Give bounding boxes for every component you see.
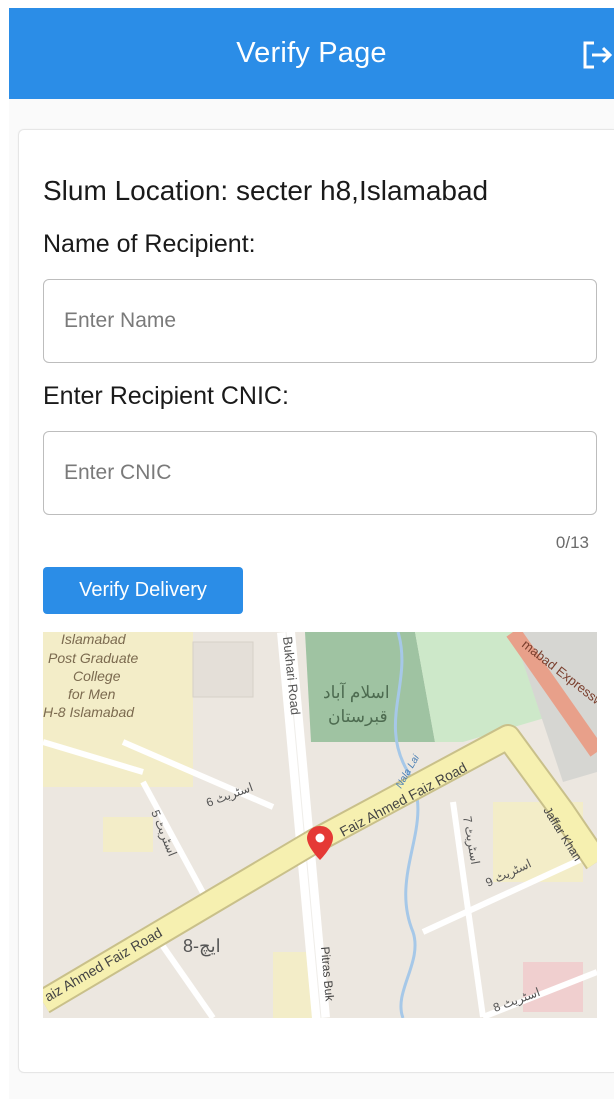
map-view[interactable]: Islamabad Post Graduate College for Men … — [43, 632, 597, 1018]
map-label-graveyard-2: قبرستان — [328, 707, 388, 727]
map-label-college-4: for Men — [68, 686, 116, 702]
left-margin — [0, 0, 9, 1099]
page-title: Verify Page — [236, 37, 387, 69]
cnic-character-counter: 0/13 — [555, 533, 589, 552]
map-label-college-5: H-8 Islamabad — [43, 704, 135, 720]
cnic-label: Enter Recipient CNIC: — [43, 382, 289, 410]
cnic-field[interactable] — [43, 431, 597, 515]
map-label-h8: ایچ-8 — [183, 936, 221, 957]
logout-icon[interactable] — [582, 40, 614, 70]
map-label-college-2: Post Graduate — [48, 650, 138, 666]
app-bar: Verify Page — [9, 8, 614, 99]
map-label-graveyard-1: اسلام آباد — [323, 681, 390, 703]
cnic-input[interactable] — [44, 432, 596, 514]
slum-location-heading: Slum Location: secter h8,Islamabad — [43, 175, 489, 206]
name-input[interactable] — [44, 280, 596, 362]
name-field[interactable] — [43, 279, 597, 363]
verify-delivery-button[interactable]: Verify Delivery — [43, 567, 243, 614]
map-label-college-1: Islamabad — [61, 632, 127, 647]
map-label-college-3: College — [73, 668, 121, 684]
name-label: Name of Recipient: — [43, 230, 256, 258]
